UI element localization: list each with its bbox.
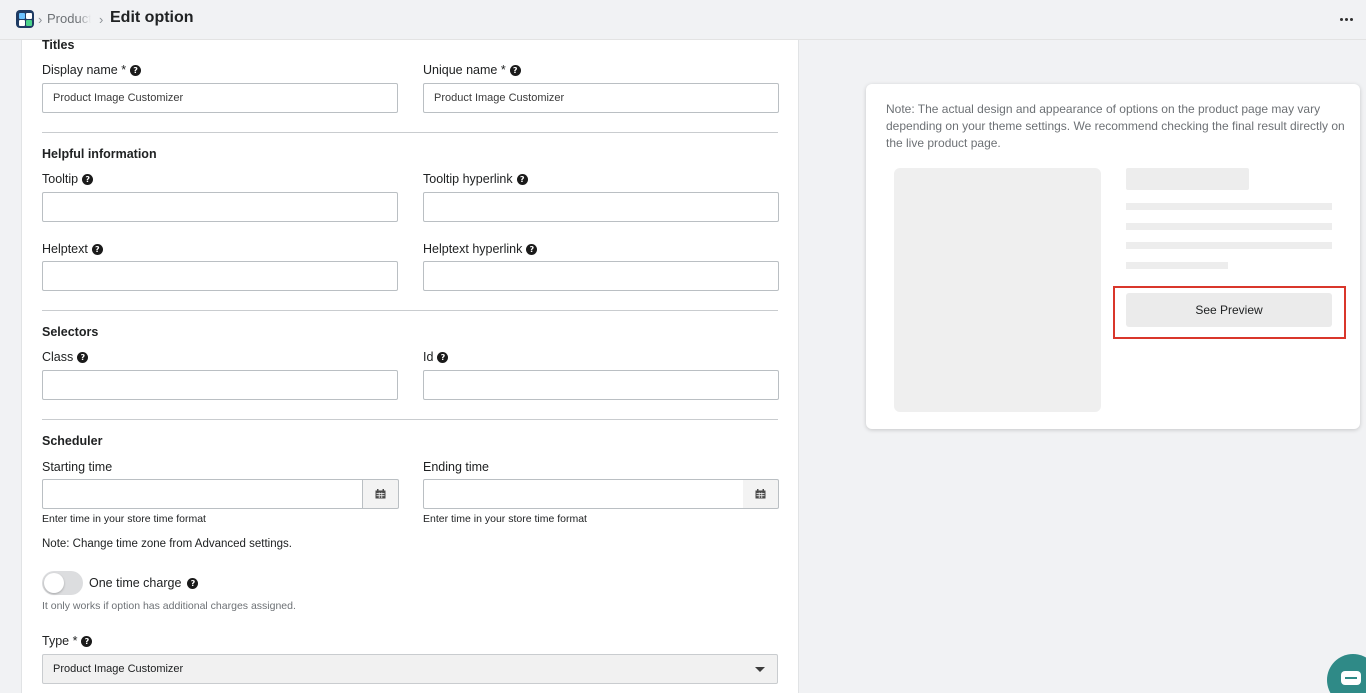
chat-widget-button[interactable] [1327,654,1366,693]
dot-icon [1349,17,1353,21]
text-placeholder [1126,203,1332,210]
text-placeholder [1126,223,1332,230]
toggle-knob [44,573,64,593]
helptext-label: Helptext ? [42,242,103,256]
helptext-input[interactable] [42,261,398,291]
title-placeholder [1126,168,1249,190]
starting-time-label: Starting time [42,460,113,474]
type-select-value: Product Image Customizer [53,663,184,675]
ending-time-calendar-button[interactable] [743,479,779,509]
section-divider [42,310,778,311]
one-time-charge-toggle[interactable] [42,571,83,595]
class-input[interactable] [42,370,398,400]
section-divider [42,419,778,420]
tooltip-hyperlink-input[interactable] [423,192,779,222]
help-icon[interactable]: ? [187,577,199,589]
section-title-scheduler: Scheduler [42,434,103,448]
dot-icon [1339,17,1343,21]
option-form-card: Titles Display name * ? Product Image Cu… [21,38,799,693]
one-time-charge-help: It only works if option has additional c… [42,600,296,612]
type-label: Type * ? [42,634,93,648]
top-bar: › Product › Edit option [0,0,1366,40]
unique-name-input[interactable]: Product Image Customizer [423,83,779,113]
chat-icon [1341,671,1361,685]
help-icon[interactable]: ? [91,243,103,255]
help-icon[interactable]: ? [437,351,449,363]
starting-time-input[interactable] [42,479,363,509]
id-input[interactable] [423,370,779,400]
type-select[interactable]: Product Image Customizer [42,654,778,684]
dot-icon [1344,17,1348,21]
timezone-note: Note: Change time zone from Advanced set… [42,538,292,550]
class-label: Class ? [42,350,89,364]
page-title: Edit option [110,9,194,26]
image-placeholder [894,168,1101,412]
app-logo-icon[interactable] [16,10,34,28]
help-icon[interactable]: ? [509,64,521,76]
starting-time-hint: Enter time in your store time format [42,513,206,525]
text-placeholder [1126,262,1228,269]
calendar-icon [375,489,386,499]
section-title-selectors: Selectors [42,325,99,339]
id-label: Id ? [423,350,449,364]
help-icon[interactable]: ? [516,173,528,185]
help-icon[interactable]: ? [130,64,142,76]
unique-name-label: Unique name * ? [423,63,521,77]
tooltip-label: Tooltip ? [42,172,94,186]
ending-time-input[interactable] [423,479,744,509]
ending-time-hint: Enter time in your store time format [423,513,587,525]
more-actions-button[interactable] [1334,8,1358,30]
breadcrumb-chevron-icon: › [99,12,104,27]
tooltip-hyperlink-label: Tooltip hyperlink ? [423,172,528,186]
ending-time-label: Ending time [423,460,490,474]
section-divider [42,132,778,133]
tooltip-input[interactable] [42,192,398,222]
section-title-helpful: Helpful information [42,147,157,161]
help-icon[interactable]: ? [81,635,93,647]
help-icon[interactable]: ? [526,243,538,255]
preview-note: Note: The actual design and appearance o… [886,102,1345,150]
breadcrumb-chevron-icon: › [38,12,43,27]
help-icon[interactable]: ? [77,351,89,363]
helptext-hyperlink-label: Helptext hyperlink ? [423,242,538,256]
chevron-down-icon [755,667,765,672]
one-time-charge-label: One time charge ? [89,576,199,590]
preview-card: Note: The actual design and appearance o… [866,84,1360,429]
calendar-icon [755,489,766,499]
display-name-input[interactable]: Product Image Customizer [42,83,398,113]
see-preview-button[interactable]: See Preview [1126,293,1332,327]
section-title-titles: Titles [42,38,75,52]
display-name-label: Display name * ? [42,63,142,77]
starting-time-calendar-button[interactable] [363,479,399,509]
helptext-hyperlink-input[interactable] [423,261,779,291]
help-icon[interactable]: ? [82,173,94,185]
text-placeholder [1126,242,1332,249]
breadcrumb-parent-link[interactable]: Product [47,11,91,26]
